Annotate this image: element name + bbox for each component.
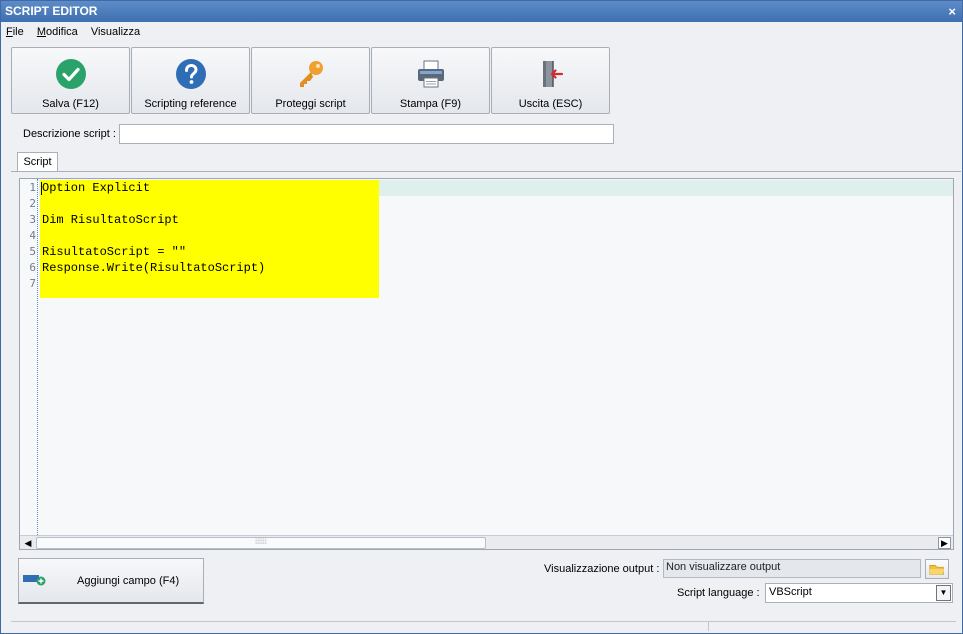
output-value: Non visualizzare output xyxy=(663,559,921,578)
line-number: 7 xyxy=(29,277,36,290)
scroll-right-icon[interactable]: ▶ xyxy=(938,537,951,549)
menu-file-label: ile xyxy=(12,26,24,38)
protect-script-button[interactable]: Proteggi script xyxy=(251,47,370,114)
script-language-value: VBScript xyxy=(769,586,812,598)
tab-divider xyxy=(11,171,961,172)
menu-file[interactable]: File xyxy=(1,23,29,38)
scrollbar-thumb[interactable]: ⁞⁞⁞⁞⁞⁞ xyxy=(36,537,486,549)
exit-door-icon xyxy=(543,61,564,87)
output-label: Visualizzazione output : xyxy=(544,563,660,575)
print-button-label: Stampa (F9) xyxy=(399,98,462,110)
selection-highlight xyxy=(40,180,379,298)
text-caret xyxy=(41,182,42,195)
code-line: RisultatoScript = "" xyxy=(42,245,187,259)
line-number: 5 xyxy=(29,245,36,258)
close-icon[interactable]: × xyxy=(948,1,956,22)
add-field-label: Aggiungi campo (F4) xyxy=(77,575,180,587)
scripting-reference-label: Scripting reference xyxy=(144,98,237,110)
line-number: 2 xyxy=(29,197,36,210)
folder-icon xyxy=(929,565,945,575)
script-language-label: Script language : xyxy=(677,587,760,599)
description-label: Descrizione script : xyxy=(23,128,116,140)
check-circle-icon xyxy=(56,59,86,89)
code-editor[interactable]: 1 2 3 4 5 6 7 Option Explicit Dim Risult… xyxy=(19,178,954,550)
script-language-select[interactable]: VBScript ▼ xyxy=(765,583,953,603)
exit-button-label: Uscita (ESC) xyxy=(518,98,583,110)
save-button-label: Salva (F12) xyxy=(42,98,99,110)
script-editor-window: SCRIPT EDITOR × File Modifica Visualizza… xyxy=(0,0,963,634)
key-icon xyxy=(300,61,323,87)
menu-modifica-mnemonic: M xyxy=(36,26,46,38)
window-title: SCRIPT EDITOR xyxy=(5,4,98,18)
horizontal-scrollbar[interactable]: ◀ ⁞⁞⁞⁞⁞⁞ ▶ xyxy=(20,535,953,549)
print-button[interactable]: Stampa (F9) xyxy=(371,47,490,114)
line-number: 4 xyxy=(29,229,36,242)
help-circle-icon xyxy=(176,59,206,89)
menu-file-mnemonic: F xyxy=(6,26,13,38)
line-number: 1 xyxy=(29,181,36,194)
output-browse-button[interactable] xyxy=(925,559,949,579)
line-number: 6 xyxy=(29,261,36,274)
line-number-gutter: 1 2 3 4 5 6 7 xyxy=(20,179,38,535)
chevron-down-icon[interactable]: ▼ xyxy=(936,585,951,601)
protect-script-label: Proteggi script xyxy=(275,98,346,110)
menu-bar: File Modifica Visualizza xyxy=(1,23,962,42)
menu-modifica-label: odifica xyxy=(45,26,78,38)
menu-visualizza-label: Visualizza xyxy=(90,26,141,38)
line-number: 3 xyxy=(29,213,36,226)
scroll-left-icon[interactable]: ◀ xyxy=(22,538,34,549)
menu-modifica[interactable]: Modifica xyxy=(32,23,83,38)
add-field-button[interactable]: Aggiungi campo (F4) xyxy=(18,558,204,604)
tab-script[interactable]: Script xyxy=(17,152,58,172)
save-button[interactable]: Salva (F12) xyxy=(11,47,130,114)
exit-button[interactable]: Uscita (ESC) xyxy=(491,47,610,114)
code-line: Option Explicit xyxy=(42,181,151,195)
status-bar xyxy=(11,621,956,631)
code-line: Response.Write(RisultatoScript) xyxy=(42,261,266,275)
title-bar: SCRIPT EDITOR × xyxy=(1,1,962,22)
scripting-reference-button[interactable]: Scripting reference xyxy=(131,47,250,114)
printer-icon xyxy=(418,60,444,88)
status-separator xyxy=(708,622,709,631)
description-input[interactable] xyxy=(119,124,614,144)
code-line: Dim RisultatoScript xyxy=(42,213,179,227)
add-field-icon xyxy=(23,575,46,586)
menu-visualizza[interactable]: Visualizza xyxy=(86,23,145,38)
